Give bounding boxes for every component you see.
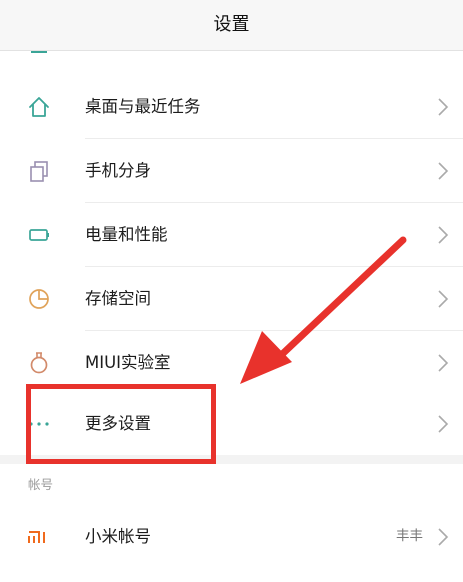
annotation-highlight-box <box>26 384 216 464</box>
chevron-right-icon <box>438 226 449 244</box>
row-label: 电量和性能 <box>85 225 168 244</box>
settings-row-battery[interactable]: 电量和性能 <box>0 203 463 266</box>
row-label: 小米帐号 <box>85 527 151 546</box>
chevron-right-icon <box>438 290 449 308</box>
account-name-value: 丰丰 <box>396 528 423 544</box>
row-label: 手机分身 <box>85 161 151 180</box>
settings-row-storage[interactable]: 存储空间 <box>0 267 463 330</box>
chevron-right-icon <box>438 415 449 433</box>
settings-row-mi-account[interactable]: 小米帐号 丰丰 <box>0 505 463 568</box>
mi-logo-icon <box>28 531 45 543</box>
top-bar: 设置 <box>0 0 463 51</box>
chevron-right-icon <box>438 528 449 546</box>
chevron-right-icon <box>438 98 449 116</box>
settings-row-dual-apps[interactable]: 手机分身 <box>0 139 463 202</box>
page-title: 设置 <box>213 14 250 35</box>
chevron-right-icon <box>438 162 449 180</box>
home-icon <box>29 97 49 117</box>
row-label: 桌面与最近任务 <box>85 97 201 116</box>
flask-icon <box>30 352 48 374</box>
clone-icon <box>30 161 48 182</box>
chevron-right-icon <box>438 354 449 372</box>
settings-row-desktop-recents[interactable]: 桌面与最近任务 <box>0 75 463 138</box>
battery-icon <box>29 229 49 241</box>
row-label: 存储空间 <box>85 289 151 308</box>
section-header-account: 帐号 <box>28 477 54 492</box>
pie-icon <box>29 289 49 309</box>
